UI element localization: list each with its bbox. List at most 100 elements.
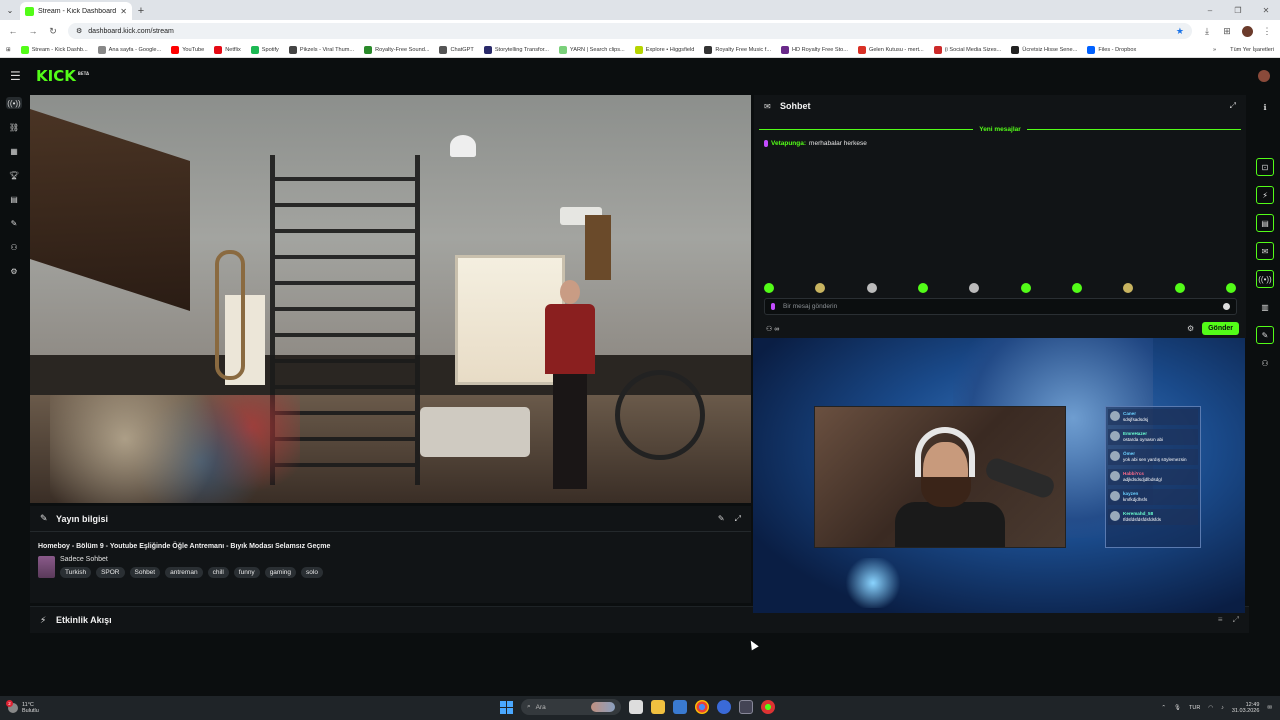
bookmark-item[interactable]: Netflix bbox=[214, 45, 241, 54]
site-info-icon[interactable]: ⚙ bbox=[76, 27, 82, 35]
popout-icon[interactable]: ⤢ bbox=[735, 514, 741, 524]
obs-icon[interactable] bbox=[739, 700, 753, 714]
minimize-icon[interactable]: – bbox=[1196, 6, 1224, 15]
stream-icon[interactable]: ((•)) bbox=[6, 97, 22, 109]
browser-menu-icon[interactable]: ⋮ bbox=[1258, 22, 1276, 40]
community-icon[interactable]: ⚇ bbox=[6, 241, 22, 253]
bookmark-item[interactable]: ChatGPT bbox=[439, 45, 474, 54]
emote-icon[interactable] bbox=[866, 283, 877, 293]
bot-icon[interactable]: ⚙ bbox=[6, 265, 22, 277]
app-icon[interactable] bbox=[717, 700, 731, 714]
bookmark-star-icon[interactable]: ★ bbox=[1176, 26, 1184, 37]
bookmark-item[interactable]: HD Royalty Free Sto... bbox=[781, 45, 848, 54]
new-tab-button[interactable]: + bbox=[132, 2, 150, 20]
chat-input[interactable]: Bir mesaj gönderin bbox=[764, 298, 1237, 315]
address-bar[interactable]: ⚙ dashboard.kick.com/stream ★ bbox=[68, 23, 1192, 39]
stream-category[interactable]: Sadece Sohbet bbox=[60, 556, 108, 563]
bookmark-item[interactable]: Spotify bbox=[250, 45, 279, 54]
notes-icon[interactable]: ▤ bbox=[1256, 214, 1274, 232]
apps-icon[interactable]: ⊞ bbox=[6, 47, 11, 53]
emote-icon[interactable] bbox=[815, 283, 826, 293]
user-avatar[interactable] bbox=[1258, 69, 1270, 82]
file-explorer-icon[interactable] bbox=[651, 700, 665, 714]
mic-icon[interactable]: 🎙︎ bbox=[1174, 705, 1181, 711]
video-icon[interactable]: ▤ bbox=[6, 193, 22, 205]
emote-icon[interactable] bbox=[917, 283, 928, 293]
emote-icon[interactable] bbox=[969, 283, 980, 293]
tab-search-icon[interactable]: ⌄ bbox=[0, 0, 20, 20]
library-icon[interactable]: ▦ bbox=[6, 145, 22, 157]
lightning-icon[interactable]: ⚡︎ bbox=[1256, 186, 1274, 204]
emote-icon[interactable] bbox=[1020, 283, 1031, 293]
bookmark-item[interactable]: Storytelling Transfor... bbox=[483, 45, 549, 54]
chat-popout-icon[interactable]: ⤢ bbox=[1230, 101, 1236, 111]
bookmark-item[interactable]: Pikzels - Viral Thum... bbox=[288, 45, 354, 54]
weather-widget[interactable]: 2 11°C Bulutlu bbox=[0, 700, 39, 715]
reload-icon[interactable]: ↻ bbox=[44, 22, 62, 40]
stream-tag[interactable]: antreman bbox=[165, 567, 203, 578]
clip-icon[interactable]: ⊡ bbox=[1256, 158, 1274, 176]
store-icon[interactable] bbox=[673, 700, 687, 714]
link-icon[interactable]: ⛓ bbox=[6, 121, 22, 133]
bookmark-item[interactable]: Stream - Kick Dashb... bbox=[20, 45, 88, 54]
stream-tag[interactable]: funny bbox=[233, 567, 260, 578]
bookmark-item[interactable]: YouTube bbox=[171, 45, 204, 54]
wifi-icon[interactable]: ◠ bbox=[1208, 705, 1213, 711]
bookmark-item[interactable]: Royalty Free Music f... bbox=[704, 45, 771, 54]
stream-tag[interactable]: Sohbet bbox=[129, 567, 161, 578]
bookmark-item[interactable]: YARN | Search clips... bbox=[558, 45, 625, 54]
all-bookmarks-button[interactable]: Tüm Yer İşaretleri bbox=[1230, 47, 1274, 53]
broadcast-icon[interactable]: ((•)) bbox=[1256, 270, 1274, 288]
profile-icon[interactable] bbox=[1238, 22, 1256, 40]
back-icon[interactable]: ← bbox=[4, 22, 22, 40]
stream-preview[interactable]: Caner sdsjfsadsdsj EmreHazer ostarda oynası… bbox=[753, 338, 1245, 613]
stream-tag[interactable]: SPOR bbox=[96, 567, 125, 578]
chat-users-icon[interactable]: ⚇ ∞ bbox=[766, 325, 779, 333]
bookmark-item[interactable]: Gelen Kutusu - mert... bbox=[857, 45, 924, 54]
bookmark-item[interactable]: Royalty-Free Sound... bbox=[364, 45, 429, 54]
browser-tab-active[interactable]: Stream - Kick Dashboard ✕ bbox=[20, 2, 132, 20]
chat-settings-icon[interactable]: ⚙ bbox=[1187, 324, 1194, 333]
stream-tag[interactable]: solo bbox=[301, 567, 323, 578]
stream-video[interactable] bbox=[30, 95, 751, 503]
chrome-icon[interactable] bbox=[695, 700, 709, 714]
emote-icon[interactable] bbox=[1225, 283, 1236, 293]
stream-tag[interactable]: chill bbox=[207, 567, 229, 578]
bookmarks-more-button[interactable]: » bbox=[1213, 47, 1216, 53]
chat-username[interactable]: Vetapunga: bbox=[771, 140, 806, 147]
bookmark-item[interactable]: Files - Dropbox bbox=[1087, 45, 1136, 54]
close-window-icon[interactable]: ✕ bbox=[1252, 6, 1280, 15]
trophy-icon[interactable]: 🏆︎ bbox=[6, 169, 22, 181]
popout-icon[interactable]: ⤢ bbox=[1233, 615, 1239, 625]
extensions-icon[interactable]: ⊞ bbox=[1218, 22, 1236, 40]
clock[interactable]: 12:49 31.03.2026 bbox=[1232, 702, 1260, 715]
forward-icon[interactable]: → bbox=[24, 22, 42, 40]
emote-icon[interactable] bbox=[1123, 283, 1134, 293]
stream-tag[interactable]: Turkish bbox=[60, 567, 92, 578]
layout-icon[interactable]: ▥ bbox=[1256, 298, 1274, 316]
stream-tag[interactable]: gaming bbox=[264, 567, 297, 578]
bookmark-item[interactable]: (i Social Media Sizes... bbox=[933, 45, 1001, 54]
emote-icon[interactable] bbox=[1071, 283, 1082, 293]
tray-chevron-icon[interactable]: ⌃ bbox=[1161, 705, 1166, 711]
taskbar-search[interactable]: ⌕ Ara bbox=[521, 699, 621, 715]
chat-bubble-icon[interactable]: ✉ bbox=[1256, 242, 1274, 260]
app-icon[interactable] bbox=[761, 700, 775, 714]
emote-icon[interactable] bbox=[764, 283, 774, 293]
filter-icon[interactable]: ≡ bbox=[1218, 615, 1223, 625]
bookmark-item[interactable]: Ücretsiz Hisse Sene... bbox=[1011, 45, 1077, 54]
kick-logo[interactable]: KICK BETA bbox=[36, 67, 89, 85]
send-button[interactable]: Gönder bbox=[1202, 322, 1239, 335]
notifications-icon[interactable]: ✉ bbox=[1267, 705, 1272, 711]
tab-close-icon[interactable]: ✕ bbox=[120, 7, 127, 16]
bookmark-item[interactable]: Ana sayfa - Google... bbox=[97, 45, 161, 54]
task-view-icon[interactable] bbox=[629, 700, 643, 714]
start-button[interactable] bbox=[500, 700, 513, 714]
language-indicator[interactable]: TUR bbox=[1189, 705, 1200, 711]
maximize-icon[interactable]: ❐ bbox=[1224, 6, 1252, 15]
emote-icon[interactable] bbox=[1174, 283, 1185, 293]
bookmark-item[interactable]: Explore • Higgsfield bbox=[634, 45, 694, 54]
emoji-picker-icon[interactable] bbox=[1223, 303, 1230, 310]
edit-icon[interactable]: ✎ bbox=[718, 514, 725, 524]
wrench-icon[interactable]: ✎ bbox=[1256, 326, 1274, 344]
